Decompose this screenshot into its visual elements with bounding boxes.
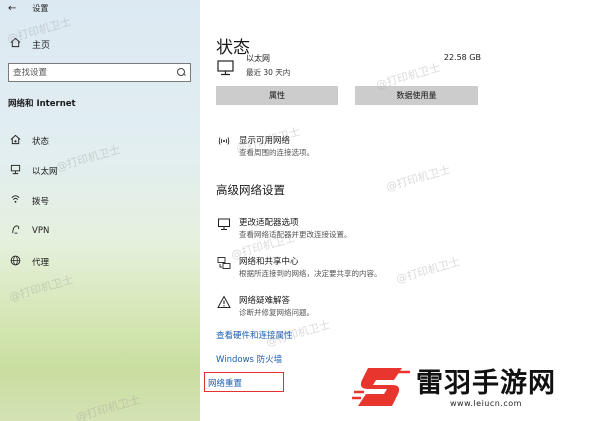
search-input[interactable] (13, 67, 177, 78)
show-networks-link[interactable]: 显示可用网络 查看周围的连接选项。 (216, 135, 314, 158)
brand-mark-icon (352, 362, 412, 414)
adapter-options-link[interactable]: 更改适配器选项 查看网络适配器并更改连接设置。 (216, 217, 352, 240)
show-networks-title: 显示可用网络 (239, 136, 291, 146)
window-title: 设置 (32, 4, 49, 13)
home-nav-item[interactable]: 主页 (8, 37, 50, 51)
sidebar-item-label: 拨号 (32, 197, 50, 207)
dialup-icon (8, 194, 22, 208)
troubleshooter-desc: 诊断并修复网络问题。 (239, 308, 314, 317)
highlight-box (204, 372, 284, 392)
troubleshooter-link[interactable]: 网络疑难解答 诊断并修复网络问题。 (216, 295, 314, 318)
monitor-icon (216, 58, 236, 78)
antenna-icon (216, 135, 232, 158)
adapter-icon (216, 217, 232, 240)
home-icon (8, 37, 22, 51)
home-label: 主页 (32, 40, 51, 51)
data-usage-button[interactable]: 数据使用量 (355, 86, 478, 105)
sidebar-item-ethernet[interactable]: 以太网 (8, 164, 58, 178)
sharing-center-link[interactable]: 网络和共享中心 根据所连接到的网络，决定要共享的内容。 (216, 256, 382, 279)
sidebar-item-status[interactable]: 状态 (8, 134, 49, 148)
troubleshooter-title: 网络疑难解答 (239, 296, 291, 306)
sidebar-item-label: 代理 (32, 258, 50, 268)
hardware-properties-link[interactable]: 查看硬件和连接属性 (216, 329, 293, 341)
sidebar-item-vpn[interactable]: VPN (8, 224, 49, 238)
brand-logo: 雷羽手游网 www.leiucn.com (352, 358, 600, 418)
adapter-options-title: 更改适配器选项 (239, 218, 299, 228)
adapter-options-desc: 查看网络适配器并更改连接设置。 (239, 230, 352, 239)
window-title-bar: ← 设置 (8, 3, 48, 14)
sidebar-item-label: 状态 (32, 137, 50, 147)
sharing-center-icon (216, 256, 232, 279)
brand-name: 雷羽手游网 (416, 367, 556, 399)
connection-status-row: 以太网 最近 30 天内 22.58 GB (216, 53, 481, 81)
sharing-center-desc: 根据所连接到的网络，决定要共享的内容。 (239, 269, 382, 278)
sharing-center-title: 网络和共享中心 (239, 257, 299, 267)
settings-sidebar: ← 设置 主页 网络和 Internet 状态 以太网 拨号 VPN (0, 0, 200, 421)
sidebar-item-proxy[interactable]: 代理 (8, 255, 49, 269)
brand-url: www.leiucn.com (450, 398, 522, 408)
firewall-link[interactable]: Windows 防火墙 (216, 353, 282, 365)
vpn-icon (8, 224, 22, 238)
sidebar-item-label: VPN (32, 226, 50, 236)
sidebar-item-label: 以太网 (32, 167, 58, 177)
sidebar-item-dialup[interactable]: 拨号 (8, 194, 49, 208)
data-usage-value: 22.58 GB (443, 53, 481, 62)
advanced-heading: 高级网络设置 (216, 183, 285, 197)
connection-name: 以太网 (246, 54, 270, 63)
globe-icon (8, 255, 22, 269)
ethernet-icon (8, 164, 22, 178)
properties-button[interactable]: 属性 (216, 86, 338, 105)
search-box[interactable] (8, 63, 191, 82)
show-networks-desc: 查看周围的连接选项。 (239, 148, 314, 157)
back-arrow-icon[interactable]: ← (8, 3, 16, 14)
warning-icon (216, 295, 232, 318)
section-heading: 网络和 Internet (8, 99, 76, 109)
search-icon[interactable] (177, 68, 186, 77)
connection-subtitle: 最近 30 天内 (246, 68, 291, 77)
home-status-icon (8, 134, 22, 148)
